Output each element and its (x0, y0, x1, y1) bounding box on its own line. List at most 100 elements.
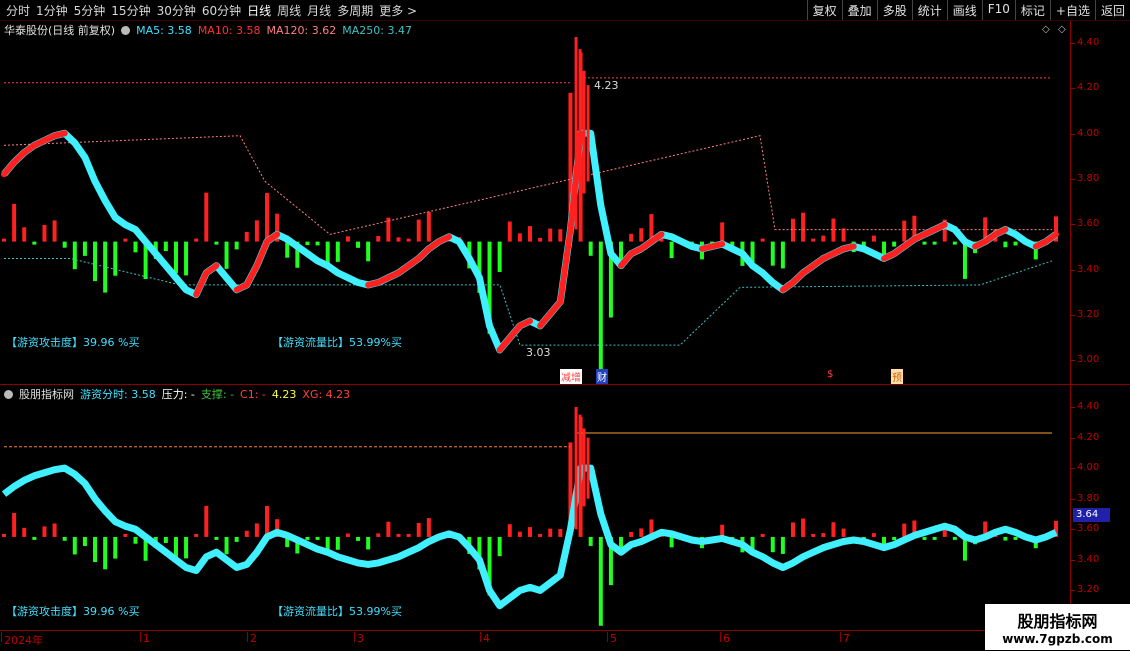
sub-axis-tick: 4.40 (1070, 401, 1100, 412)
histogram-bar (416, 522, 421, 537)
tool-button-4[interactable]: 画线 (946, 0, 982, 20)
spike-candle (578, 49, 582, 206)
histogram-bar (376, 533, 381, 537)
histogram-bar (548, 228, 553, 242)
tool-button-5[interactable]: F10 (981, 0, 1015, 20)
histogram-bar (770, 241, 775, 266)
tab-period-1[interactable]: 1分钟 (36, 0, 68, 20)
histogram-bar (305, 241, 310, 246)
histogram-bar (42, 225, 47, 242)
tab-period-3[interactable]: 15分钟 (111, 0, 150, 20)
histogram-bar (720, 222, 725, 242)
histogram-bar (831, 218, 836, 242)
date-label: 3 (354, 632, 364, 645)
histogram-bar (2, 533, 6, 537)
tab-period-9[interactable]: 多周期 (337, 0, 373, 20)
histogram-bar (932, 536, 937, 540)
high-price-label: 4.23 (594, 79, 619, 92)
main-axis-tick: 4.20 (1070, 82, 1100, 94)
histogram-bar (184, 241, 189, 276)
histogram-bar (538, 237, 543, 242)
tool-button-8[interactable]: 返回 (1094, 0, 1130, 20)
histogram-bar (315, 241, 320, 246)
histogram-bar (22, 527, 27, 537)
watermark-title: 股朋指标网 (1017, 612, 1098, 631)
histogram-bar (871, 235, 876, 242)
main-axis-tick: 3.60 (1070, 218, 1100, 230)
histogram-bar (669, 241, 674, 259)
histogram-bar (497, 241, 502, 272)
histogram-bar (133, 536, 138, 544)
histogram-bar (133, 241, 138, 253)
tab-period-6[interactable]: 日线 (247, 0, 271, 20)
histogram-bar (780, 536, 785, 554)
histogram-bar (335, 241, 340, 262)
sub-axis-tick: 3.20 (1070, 584, 1100, 595)
rising-segment (709, 241, 726, 250)
spike-candle (582, 428, 586, 507)
event-marker[interactable]: 财 (596, 369, 608, 384)
tool-button-3[interactable]: 统计 (911, 0, 947, 20)
histogram-bar (163, 536, 168, 543)
tool-button-6[interactable]: 标记 (1014, 0, 1050, 20)
histogram-bar (841, 228, 846, 242)
histogram-bar (528, 527, 532, 537)
tab-period-8[interactable]: 月线 (307, 0, 331, 20)
histogram-bar (214, 536, 219, 540)
histogram-bar (922, 241, 927, 245)
histogram-bar (366, 241, 371, 262)
current-price-tag: 3.64 (1073, 508, 1110, 522)
histogram-bar (902, 220, 907, 242)
tool-button-7[interactable]: +自选 (1049, 0, 1095, 20)
histogram-bar (52, 220, 57, 242)
tab-period-0[interactable]: 分时 (6, 0, 30, 20)
indicator-panel: 股朋指标网 游资分时: 3.58 压力: - 支撑: - C1: -4.23 XG: 4… (0, 385, 1070, 630)
event-marker[interactable]: $ (826, 369, 835, 380)
period-tabs: 分时 1分钟 5分钟 15分钟 30分钟 60分钟 日线 周线 月线 多周期 更多 > (0, 0, 417, 20)
tool-buttons: 复权 叠加 多股 统计 画线 F10 标记 +自选 返回 (806, 0, 1130, 20)
event-marker[interactable]: 减增 (560, 369, 582, 384)
histogram-bar (244, 530, 249, 537)
histogram-bar (254, 220, 259, 242)
tool-button-2[interactable]: 多股 (876, 0, 912, 20)
main-flow-label: 【游资流量比】53.99%买 (272, 336, 402, 349)
date-label: 6 (720, 632, 730, 645)
indicator-chart[interactable] (0, 385, 1070, 630)
tool-button-0[interactable]: 复权 (806, 0, 842, 20)
histogram-bar (821, 235, 826, 242)
histogram-bar (598, 536, 603, 626)
histogram-bar (902, 523, 907, 537)
histogram-bar (356, 241, 361, 248)
histogram-bar (639, 528, 644, 537)
date-label: 5 (607, 632, 617, 645)
site-watermark: 股朋指标网 www.7gpzb.com (985, 604, 1130, 650)
spike-candle (574, 37, 578, 230)
histogram-bar (184, 536, 189, 559)
histogram-bar (386, 521, 391, 537)
date-label: 1 (140, 632, 150, 645)
histogram-bar (791, 218, 795, 242)
histogram-bar (173, 241, 178, 274)
histogram-bar (194, 533, 199, 537)
tab-period-10[interactable]: 更多 > (379, 0, 417, 20)
sub-axis-tick: 3.60 (1070, 523, 1100, 534)
histogram-bar (224, 241, 229, 269)
histogram-bar (517, 233, 522, 242)
tab-period-7[interactable]: 周线 (277, 0, 301, 20)
histogram-bar (204, 192, 209, 242)
main-price-chart[interactable] (0, 21, 1070, 384)
tab-period-5[interactable]: 60分钟 (202, 0, 241, 20)
histogram-bar (558, 229, 563, 242)
tool-button-1[interactable]: 叠加 (841, 0, 877, 20)
histogram-bar (93, 536, 98, 562)
tab-period-2[interactable]: 5分钟 (74, 0, 106, 20)
ma250-line (4, 257, 1053, 346)
histogram-bar (42, 526, 47, 537)
date-axis: 2024年 1 2 3 4 5 6 7 (0, 630, 1130, 651)
tab-period-4[interactable]: 30分钟 (157, 0, 196, 20)
date-label: 7 (840, 632, 850, 645)
event-marker[interactable]: 预 (891, 369, 903, 384)
histogram-bar (962, 241, 967, 279)
histogram-bar (32, 241, 37, 245)
histogram-bar (760, 533, 765, 537)
